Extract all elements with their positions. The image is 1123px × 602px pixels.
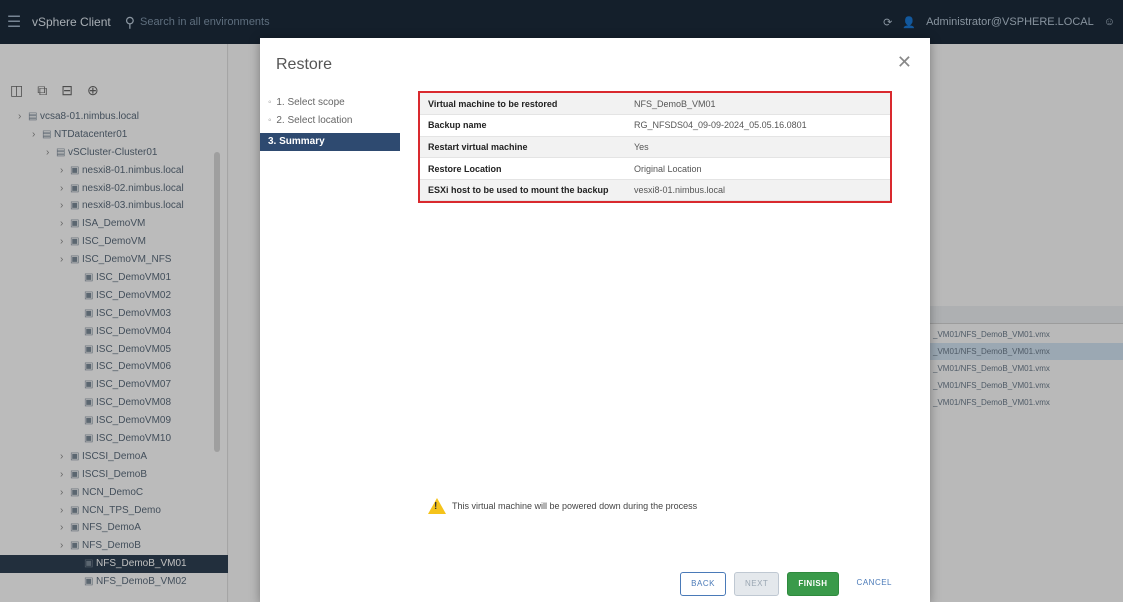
cancel-button[interactable]: CANCEL	[847, 572, 902, 596]
finish-button[interactable]: FINISH	[787, 572, 839, 596]
wizard-step-label: 2. Select location	[276, 115, 353, 126]
back-button[interactable]: BACK	[680, 572, 726, 596]
wizard-steps: ◦ 1. Select scope ◦ 2. Select location 3. …	[260, 94, 410, 151]
summary-value: Yes	[626, 136, 890, 159]
summary-row: Restart virtual machine Yes	[420, 136, 890, 159]
wizard-step[interactable]: 3. Summary	[260, 133, 400, 151]
wizard-step-label: 1. Select scope	[276, 97, 345, 108]
summary-value: NFS_DemoB_VM01	[626, 93, 890, 116]
summary-key: Restore Location	[420, 157, 626, 180]
summary-key: Restart virtual machine	[420, 136, 626, 159]
summary-value: vesxi8-01.nimbus.local	[626, 179, 890, 202]
summary-row: ESXi host to be used to mount the backup…	[420, 179, 890, 202]
step-bullet-icon: ◦	[268, 97, 275, 108]
wizard-step-label: 3. Summary	[268, 136, 325, 147]
summary-row: Backup name RG_NFSDS04_09-09-2024_05.05.1…	[420, 114, 890, 137]
warning-message: ! This virtual machine will be powered d…	[428, 498, 697, 514]
summary-row: Restore Location Original Location	[420, 157, 890, 180]
summary-key: Virtual machine to be restored	[420, 93, 626, 116]
close-icon[interactable]: ✕	[897, 52, 912, 73]
summary-key: ESXi host to be used to mount the backup	[420, 179, 626, 202]
wizard-step[interactable]: ◦ 2. Select location	[260, 112, 410, 130]
warning-icon: !	[428, 498, 446, 514]
dialog-footer: BACK NEXT FINISH CANCEL	[680, 572, 902, 596]
summary-value: Original Location	[626, 157, 890, 180]
summary-table: Virtual machine to be restored NFS_DemoB_…	[418, 91, 892, 204]
summary-value: RG_NFSDS04_09-09-2024_05.05.16.0801	[626, 114, 890, 137]
warning-text: This virtual machine will be powered dow…	[452, 501, 698, 511]
wizard-step[interactable]: ◦ 1. Select scope	[260, 94, 410, 112]
summary-key: Backup name	[420, 114, 626, 137]
step-bullet-icon: ◦	[268, 115, 275, 126]
restore-dialog: Restore ✕ ◦ 1. Select scope ◦ 2. Select l…	[260, 38, 930, 602]
summary-row: Virtual machine to be restored NFS_DemoB_…	[420, 93, 890, 116]
dialog-title: Restore	[276, 56, 333, 73]
next-button[interactable]: NEXT	[733, 572, 780, 596]
